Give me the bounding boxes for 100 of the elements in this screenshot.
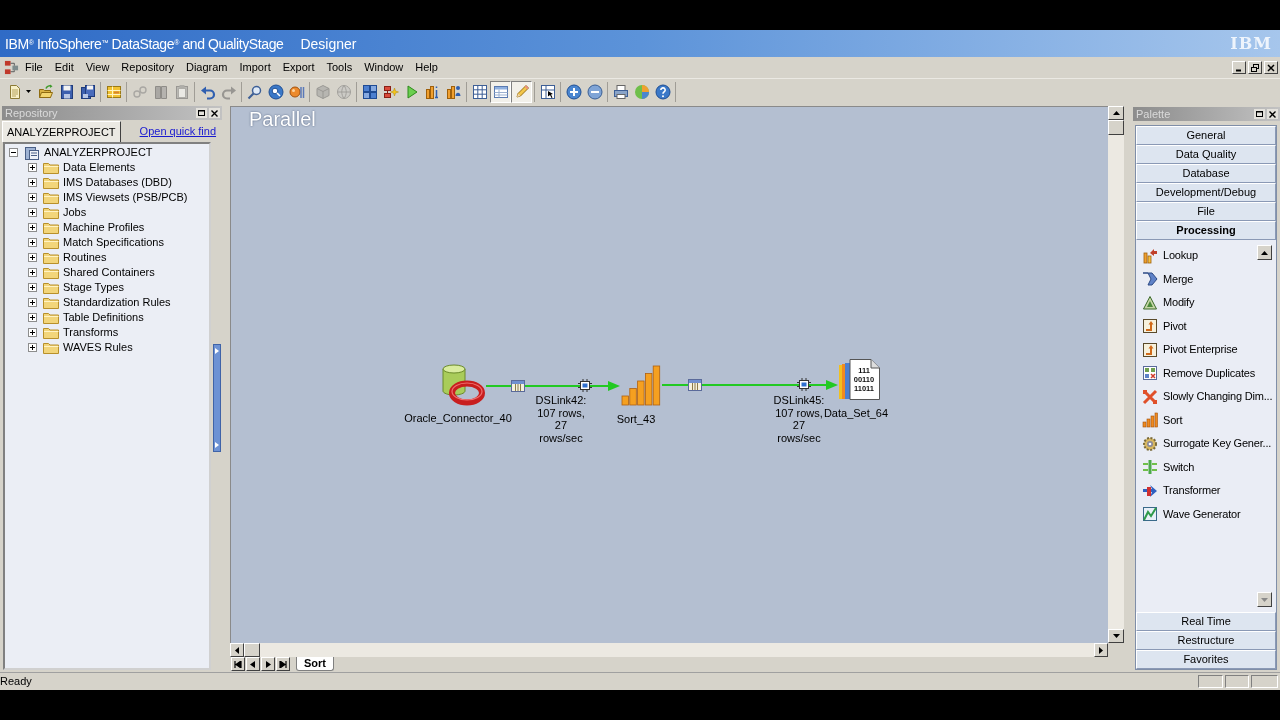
expand-icon[interactable]: [28, 328, 37, 337]
skip-forward-icon: [279, 660, 287, 668]
palette-item[interactable]: Switch: [1163, 460, 1195, 474]
tree-item[interactable]: WAVES Rules: [63, 341, 133, 354]
tree-item[interactable]: Stage Types: [63, 281, 124, 294]
status-text: Ready: [0, 675, 32, 688]
close-button[interactable]: [209, 108, 220, 118]
scroll-down-button[interactable]: [1257, 592, 1272, 607]
palette-drawer[interactable]: Database: [1136, 164, 1276, 183]
help-icon: [654, 83, 671, 100]
expand-icon[interactable]: [28, 193, 37, 202]
close-button[interactable]: [1267, 109, 1278, 119]
tree-item[interactable]: Standardization Rules: [63, 296, 171, 309]
palette-item[interactable]: Transformer: [1163, 484, 1221, 498]
quick-find-link[interactable]: Open quick find: [139, 125, 217, 138]
tree-item[interactable]: IMS Viewsets (PSB/PCB): [63, 191, 188, 204]
globe-icon: [335, 83, 352, 100]
menu-item[interactable]: Diagram: [185, 61, 228, 74]
menu-item[interactable]: Repository: [121, 61, 174, 74]
scroll-right-button[interactable]: [1094, 643, 1108, 657]
printer-icon: [612, 83, 629, 100]
tree-item[interactable]: Jobs: [63, 206, 87, 219]
previous-tab-button[interactable]: [246, 657, 260, 671]
scroll-up-button[interactable]: [1108, 106, 1124, 120]
palette-drawer[interactable]: General: [1136, 126, 1276, 145]
expand-icon[interactable]: [28, 253, 37, 262]
project-tab[interactable]: ANALYZERPROJECT: [2, 121, 121, 142]
collapse-icon[interactable]: [9, 148, 18, 157]
expand-icon[interactable]: [28, 313, 37, 322]
database-ring-icon: [440, 363, 486, 407]
expand-icon[interactable]: [28, 178, 37, 187]
scroll-thumb[interactable]: [244, 643, 260, 657]
tree-item[interactable]: Table Definitions: [63, 311, 144, 324]
palette-drawer[interactable]: Processing: [1136, 221, 1276, 240]
palette-item[interactable]: Wave Generator: [1163, 507, 1241, 521]
close-button[interactable]: [1264, 61, 1278, 74]
palette-drawer[interactable]: Favorites: [1136, 650, 1276, 669]
minimize-button[interactable]: [1232, 61, 1246, 74]
expand-icon[interactable]: [28, 268, 37, 277]
triangle-down-icon: [1112, 634, 1120, 638]
tree-item[interactable]: Data Elements: [63, 161, 136, 174]
palette-drawer[interactable]: Data Quality: [1136, 145, 1276, 164]
palette-item[interactable]: Remove Duplicates: [1163, 366, 1255, 380]
tree-item[interactable]: Machine Profiles: [63, 221, 145, 234]
first-tab-button[interactable]: [231, 657, 245, 671]
menu-item[interactable]: Edit: [54, 61, 74, 74]
tree-item[interactable]: Shared Containers: [63, 266, 155, 279]
folder-icon: [43, 296, 59, 309]
palette-item[interactable]: Pivot Enterprise: [1163, 343, 1238, 357]
palette-item[interactable]: Surrogate Key Gener...: [1163, 437, 1272, 451]
palette-drawer[interactable]: Restructure: [1136, 631, 1276, 650]
collapse-handle[interactable]: [212, 344, 221, 452]
scroll-down-button[interactable]: [1108, 629, 1124, 643]
job-tab[interactable]: Sort: [296, 657, 334, 671]
link-label: DSLink45: 107 rows, 27 rows/sec: [773, 394, 825, 444]
palette-drawer[interactable]: Development/Debug: [1136, 183, 1276, 202]
menu-item[interactable]: Help: [415, 61, 438, 74]
tree-item[interactable]: ANALYZERPROJECT: [44, 146, 153, 159]
menu-item[interactable]: Import: [239, 61, 271, 74]
next-tab-button[interactable]: [261, 657, 275, 671]
menu-item[interactable]: Window: [364, 61, 404, 74]
scroll-thumb[interactable]: [1108, 120, 1124, 135]
palette-item[interactable]: Modify: [1163, 296, 1195, 310]
palette-item[interactable]: Lookup: [1163, 249, 1198, 263]
document-icon: [7, 83, 23, 100]
menu-item[interactable]: View: [85, 61, 110, 74]
restore-button[interactable]: [1254, 109, 1265, 119]
scroll-left-button[interactable]: [230, 643, 244, 657]
tree-item[interactable]: IMS Databases (DBD): [63, 176, 172, 189]
tree-item[interactable]: Transforms: [63, 326, 119, 339]
triangle-left-icon: [249, 660, 257, 668]
restore-button[interactable]: [1248, 61, 1262, 74]
bar-steps-icon: [620, 364, 661, 406]
expand-icon[interactable]: [28, 283, 37, 292]
magnifier-disc-icon: [267, 83, 284, 100]
palette-item[interactable]: Sort: [1163, 413, 1183, 427]
expand-icon[interactable]: [28, 163, 37, 172]
triangle-icon: [1142, 294, 1158, 311]
expand-icon[interactable]: [28, 208, 37, 217]
restore-button[interactable]: [196, 108, 207, 118]
expand-icon[interactable]: [28, 343, 37, 352]
menu-item[interactable]: Export: [282, 61, 315, 74]
expand-icon[interactable]: [28, 238, 37, 247]
expand-icon[interactable]: [28, 298, 37, 307]
triangle-right-icon: [264, 660, 272, 668]
tree-item[interactable]: Match Specifications: [63, 236, 164, 249]
tree-item[interactable]: Routines: [63, 251, 107, 264]
palette-item[interactable]: Pivot: [1163, 319, 1187, 333]
folder-icon: [43, 266, 59, 279]
stage-label: Oracle_Connector_40: [404, 412, 512, 425]
last-tab-button[interactable]: [276, 657, 290, 671]
palette-drawer[interactable]: File: [1136, 202, 1276, 221]
palette-item[interactable]: Slowly Changing Dim...: [1163, 390, 1273, 404]
palette-drawer[interactable]: Real Time: [1136, 612, 1276, 631]
menu-item[interactable]: File: [25, 61, 43, 74]
palette-item[interactable]: Merge: [1163, 272, 1194, 286]
menu-item[interactable]: Tools: [326, 61, 353, 74]
expand-icon[interactable]: [28, 223, 37, 232]
window-title: IBM$^{®}$ InfoSphere$^{™}$ DataStage$^{®}$ and QualityStage: [5, 35, 284, 52]
scroll-up-button[interactable]: [1257, 245, 1272, 260]
